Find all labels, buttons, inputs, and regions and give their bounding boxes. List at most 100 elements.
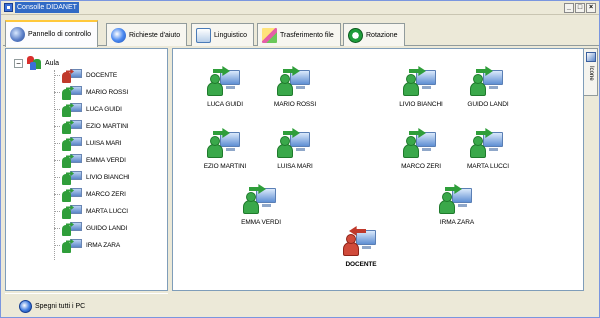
classroom-icon bbox=[26, 55, 42, 71]
student-computer-icon bbox=[60, 119, 82, 134]
tree-item-label: MARTA LUCCI bbox=[86, 208, 129, 215]
student-computer[interactable]: MARCO ZERI bbox=[383, 127, 453, 179]
tab-file-transfer[interactable]: Trasferimento file bbox=[257, 23, 341, 46]
tree-item-label: LIVIO BIANCHI bbox=[86, 174, 130, 181]
student-computer[interactable]: LUCA GUIDI bbox=[187, 65, 257, 117]
student-computer-icon bbox=[60, 170, 82, 185]
teacher-computer-icon bbox=[60, 68, 82, 83]
tree-item-label: LUISA MARI bbox=[86, 140, 122, 147]
tab-label: Richieste d'aiuto bbox=[129, 31, 181, 39]
student-computer-icon bbox=[60, 187, 82, 202]
student-computer-icon bbox=[60, 221, 82, 236]
power-icon bbox=[19, 300, 32, 313]
student-computer-icon bbox=[60, 85, 82, 100]
icons-side-tab[interactable]: Icone bbox=[584, 48, 598, 96]
student-computer[interactable]: GUIDO LANDI bbox=[450, 65, 520, 117]
tree-item[interactable]: GUIDO LANDI bbox=[54, 220, 130, 237]
student-computer-icon bbox=[403, 127, 437, 161]
student-computer[interactable]: LUISA MARI bbox=[257, 127, 327, 179]
student-computer[interactable]: MARIO ROSSI bbox=[257, 65, 327, 117]
student-computer-icon bbox=[207, 127, 241, 161]
tab-label: Rotazione bbox=[366, 31, 398, 39]
computer-label: MARIO ROSSI bbox=[273, 101, 317, 108]
computer-label: LUISA MARI bbox=[277, 163, 313, 170]
computer-label: EZIO MARTINI bbox=[203, 163, 247, 170]
file-transfer-icon bbox=[262, 27, 277, 43]
computer-label: LIVIO BIANCHI bbox=[399, 101, 443, 108]
student-computer-icon bbox=[243, 183, 277, 217]
tree-root-aula[interactable]: − Aula bbox=[14, 55, 59, 71]
tab-label: Pannello di controllo bbox=[28, 31, 92, 38]
icons-view-icon bbox=[586, 52, 596, 62]
student-computer[interactable]: IRMA ZARA bbox=[419, 183, 489, 235]
student-computer[interactable]: LIVIO BIANCHI bbox=[383, 65, 453, 117]
computer-label: LUCA GUIDI bbox=[207, 101, 243, 108]
student-computer-icon bbox=[60, 153, 82, 168]
student-computer-icon bbox=[60, 102, 82, 117]
tab-bar: Pannello di controllo Richieste d'aiuto … bbox=[3, 18, 599, 47]
tab-rotation[interactable]: Rotazione bbox=[343, 23, 405, 46]
app-icon bbox=[4, 3, 13, 12]
help-request-icon bbox=[111, 27, 126, 43]
shutdown-all-button[interactable]: Spegni tutti i PC bbox=[19, 300, 85, 313]
tree-item-label: GUIDO LANDI bbox=[86, 225, 128, 232]
teacher-computer-icon bbox=[343, 225, 377, 259]
tree-item-label: MARCO ZERI bbox=[86, 191, 126, 198]
student-computer-icon bbox=[60, 204, 82, 219]
computer-label: DOCENTE bbox=[345, 261, 377, 268]
tree-item[interactable]: MARCO ZERI bbox=[54, 186, 130, 203]
tree-item[interactable]: LUCA GUIDI bbox=[54, 101, 130, 118]
maximize-button[interactable]: □ bbox=[575, 3, 585, 13]
tree-item-label: EZIO MARTINI bbox=[86, 123, 129, 130]
tree-item-label: IRMA ZARA bbox=[86, 242, 121, 249]
student-computer-icon bbox=[207, 65, 241, 99]
tree-item[interactable]: EMMA VERDI bbox=[54, 152, 130, 169]
collapse-toggle[interactable]: − bbox=[14, 58, 23, 68]
title-bar[interactable]: Consolle DIDANET _ □ × bbox=[1, 1, 599, 15]
tree-list: DOCENTE MARIO ROSSI LUCA GUIDI EZIO MARTINI… bbox=[54, 67, 130, 254]
computer-label: EMMA VERDI bbox=[241, 219, 281, 226]
tree-item[interactable]: DOCENTE bbox=[54, 67, 130, 84]
tree-item[interactable]: LUISA MARI bbox=[54, 135, 130, 152]
student-computer-icon bbox=[60, 238, 82, 253]
student-computer[interactable]: MARTA LUCCI bbox=[450, 127, 520, 179]
tree-item[interactable]: EZIO MARTINI bbox=[54, 118, 130, 135]
computers-view[interactable]: LUCA GUIDI MARIO ROSSI LIVIO BIANCHI GUIDO … bbox=[172, 48, 584, 291]
minimize-button[interactable]: _ bbox=[564, 3, 574, 13]
close-button[interactable]: × bbox=[586, 3, 596, 13]
classroom-tree[interactable]: − Aula DOCENTE MARIO ROSSI LUCA GUIDI EZIO … bbox=[5, 48, 168, 291]
tree-item-label: MARIO ROSSI bbox=[86, 89, 129, 96]
control-panel-icon bbox=[10, 27, 25, 42]
computer-label: IRMA ZARA bbox=[439, 219, 475, 226]
student-computer-icon bbox=[277, 127, 311, 161]
tree-item[interactable]: MARTA LUCCI bbox=[54, 203, 130, 220]
teacher-computer[interactable]: DOCENTE bbox=[323, 225, 393, 277]
bottom-toolbar: Spegni tutti i PC bbox=[5, 293, 168, 317]
computer-label: GUIDO LANDI bbox=[467, 101, 509, 108]
computer-label: MARTA LUCCI bbox=[466, 163, 509, 170]
tab-help-requests[interactable]: Richieste d'aiuto bbox=[106, 23, 188, 46]
window-title: Consolle DIDANET bbox=[15, 2, 79, 13]
student-computer-icon bbox=[60, 136, 82, 151]
tree-item[interactable]: LIVIO BIANCHI bbox=[54, 169, 130, 186]
student-computer-icon bbox=[403, 65, 437, 99]
tree-item[interactable]: IRMA ZARA bbox=[54, 237, 130, 254]
student-computer[interactable]: EZIO MARTINI bbox=[187, 127, 257, 179]
tree-item-label: DOCENTE bbox=[86, 72, 118, 79]
tab-label: Linguistico bbox=[214, 31, 248, 39]
tree-item[interactable]: MARIO ROSSI bbox=[54, 84, 130, 101]
language-icon bbox=[196, 27, 211, 43]
tab-control-panel[interactable]: Pannello di controllo bbox=[5, 20, 99, 47]
shutdown-all-label: Spegni tutti i PC bbox=[35, 303, 86, 310]
student-computer[interactable]: EMMA VERDI bbox=[223, 183, 293, 235]
app-window: Consolle DIDANET _ □ × Pannello di contr… bbox=[0, 0, 600, 318]
tree-item-label: LUCA GUIDI bbox=[86, 106, 122, 113]
tab-label: Trasferimento file bbox=[280, 31, 334, 39]
tab-language[interactable]: Linguistico bbox=[191, 23, 255, 46]
rotation-icon bbox=[348, 27, 363, 43]
window-controls: _ □ × bbox=[564, 3, 596, 13]
student-computer-icon bbox=[277, 65, 311, 99]
student-computer-icon bbox=[470, 65, 504, 99]
student-computer-icon bbox=[470, 127, 504, 161]
status-area bbox=[172, 293, 597, 317]
